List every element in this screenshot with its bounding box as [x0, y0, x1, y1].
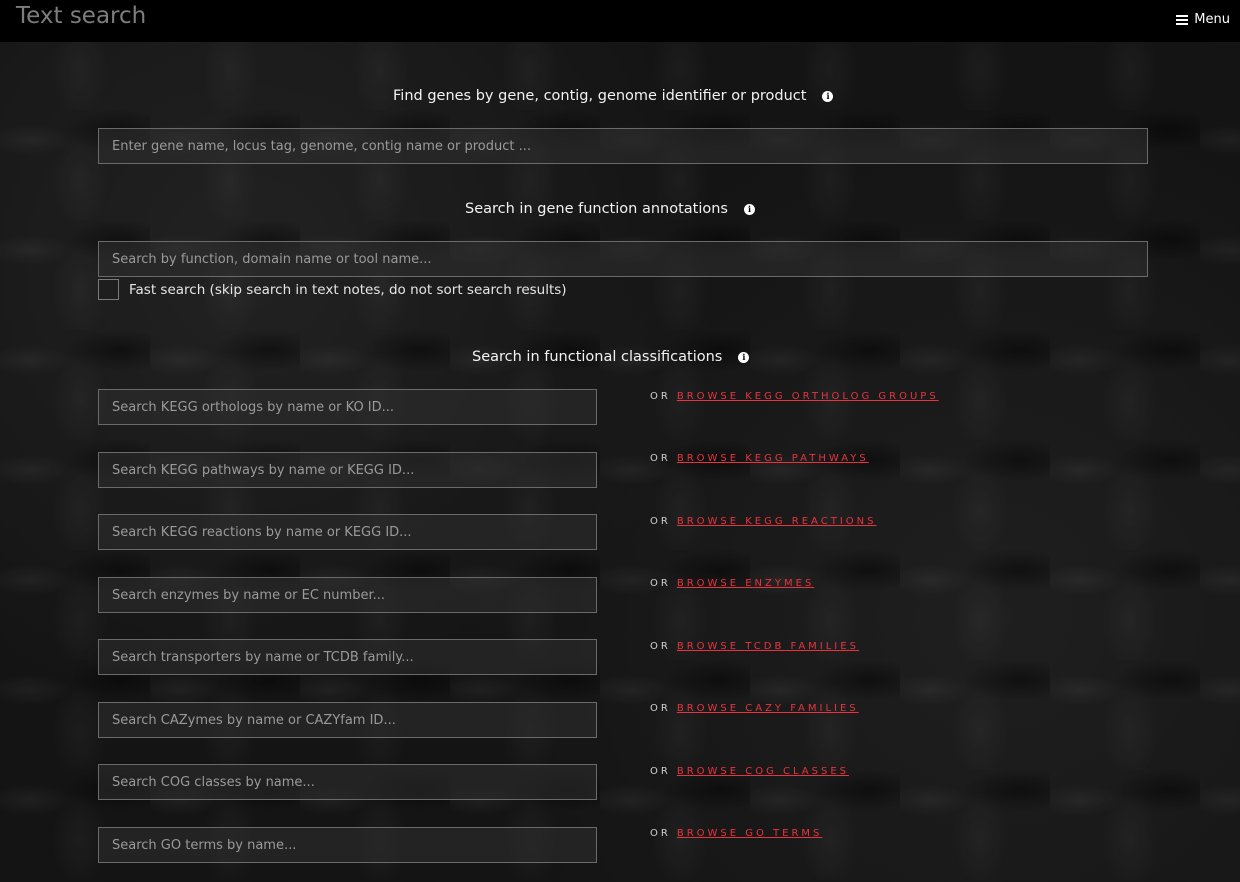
function-search-heading: Search in gene function annotations i [465, 201, 755, 217]
transporters-search-input[interactable] [98, 639, 597, 675]
kegg-pathways-search-input[interactable] [98, 452, 597, 488]
or-label: OR [650, 703, 671, 714]
enzymes-search-input[interactable] [98, 577, 597, 613]
top-bar: Text search Menu [0, 0, 1240, 42]
menu-label: Menu [1194, 12, 1230, 27]
browse-kegg-pathways-row: OR BROWSE KEGG PATHWAYS [650, 453, 869, 464]
browse-go-terms-row: OR BROWSE GO TERMS [650, 828, 822, 839]
browse-kegg-pathways-link[interactable]: BROWSE KEGG PATHWAYS [677, 453, 869, 464]
kegg-orthologs-search-input[interactable] [98, 389, 597, 425]
browse-kegg-orthologs-row: OR BROWSE KEGG ORTHOLOG GROUPS [650, 391, 939, 402]
browse-go-terms-link[interactable]: BROWSE GO TERMS [677, 828, 823, 839]
browse-enzymes-row: OR BROWSE ENZYMES [650, 578, 814, 589]
cazymes-search-input[interactable] [98, 702, 597, 738]
gene-search-input[interactable] [98, 128, 1148, 164]
or-label: OR [650, 578, 671, 589]
classifications-heading: Search in functional classifications i [472, 349, 750, 365]
browse-kegg-reactions-link[interactable]: BROWSE KEGG REACTIONS [677, 516, 877, 527]
gene-search-heading: Find genes by gene, contig, genome ident… [393, 88, 834, 104]
fast-search-label: Fast search (skip search in text notes, … [129, 281, 567, 298]
browse-enzymes-link[interactable]: BROWSE ENZYMES [677, 578, 814, 589]
browse-cazy-families-row: OR BROWSE CAZY FAMILIES [650, 703, 859, 714]
browse-cog-classes-row: OR BROWSE COG CLASSES [650, 766, 849, 777]
browse-cazy-families-link[interactable]: BROWSE CAZY FAMILIES [677, 703, 859, 714]
function-search-input[interactable] [98, 241, 1148, 277]
or-label: OR [650, 453, 671, 464]
or-label: OR [650, 391, 671, 402]
or-label: OR [650, 516, 671, 527]
or-label: OR [650, 641, 671, 652]
go-terms-search-input[interactable] [98, 827, 597, 863]
info-icon[interactable]: i [738, 351, 750, 363]
browse-kegg-orthologs-link[interactable]: BROWSE KEGG ORTHOLOG GROUPS [677, 391, 939, 402]
fast-search-checkbox[interactable] [98, 279, 119, 300]
menu-button[interactable]: Menu [1176, 12, 1230, 27]
kegg-reactions-search-input[interactable] [98, 514, 597, 550]
info-icon[interactable]: i [743, 203, 755, 215]
browse-tcdb-families-link[interactable]: BROWSE TCDB FAMILIES [677, 641, 859, 652]
or-label: OR [650, 766, 671, 777]
function-search-heading-text: Search in gene function annotations [465, 201, 728, 217]
browse-tcdb-families-row: OR BROWSE TCDB FAMILIES [650, 641, 859, 652]
classifications-heading-text: Search in functional classifications [472, 349, 723, 365]
browse-cog-classes-link[interactable]: BROWSE COG CLASSES [677, 766, 849, 777]
hamburger-icon [1176, 14, 1189, 25]
browse-kegg-reactions-row: OR BROWSE KEGG REACTIONS [650, 516, 876, 527]
cog-classes-search-input[interactable] [98, 764, 597, 800]
fast-search-option: Fast search (skip search in text notes, … [98, 279, 567, 300]
info-icon[interactable]: i [822, 90, 834, 102]
gene-search-heading-text: Find genes by gene, contig, genome ident… [393, 88, 807, 104]
page-title: Text search [16, 3, 147, 29]
or-label: OR [650, 828, 671, 839]
